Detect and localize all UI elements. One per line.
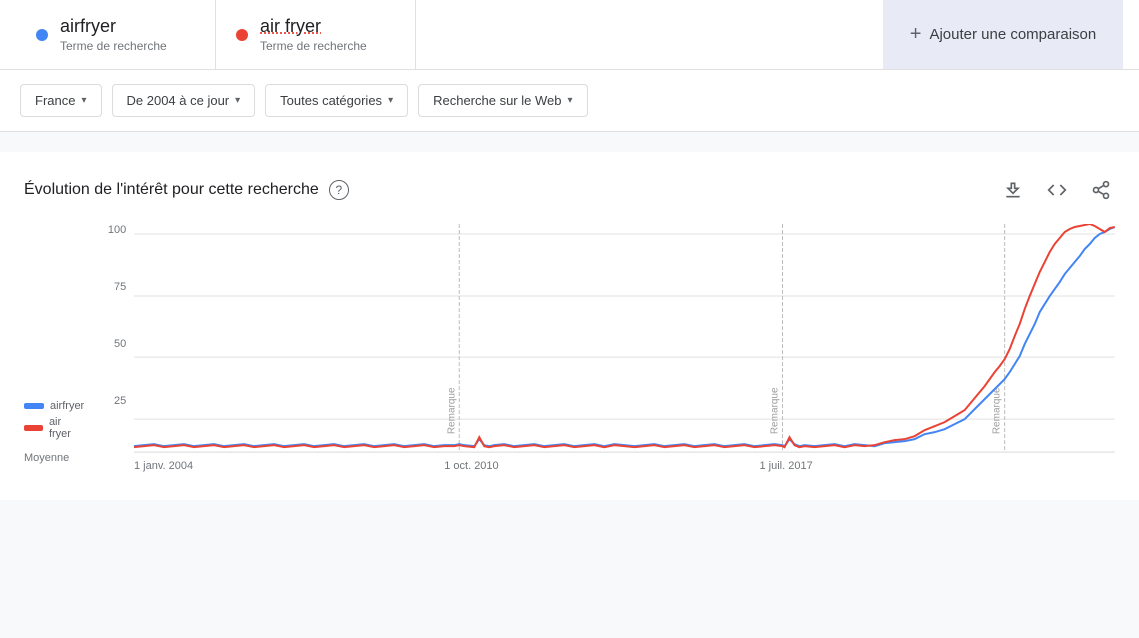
section-gap [0,132,1139,152]
search-terms-bar: airfryer Terme de recherche air fryer Te… [0,0,1139,70]
add-comparison-button[interactable]: + Ajouter une comparaison [883,0,1123,69]
download-button[interactable] [999,176,1027,204]
chart-section: Évolution de l'intérêt pour cette recher… [0,152,1139,500]
y-label-50: 50 [114,338,126,350]
trend-chart-svg: Remarque Remarque Remarque 1 janv. 2004 [134,224,1115,484]
filter-period-label: De 2004 à ce jour [127,93,230,108]
embed-button[interactable] [1043,176,1071,204]
chevron-down-icon: ▾ [388,95,393,106]
average-label: Moyenne [24,452,84,464]
y-label-0 [123,452,126,464]
download-icon [1003,180,1023,200]
chart-title: Évolution de l'intérêt pour cette recher… [24,181,319,199]
remarque-label-1: Remarque [446,387,457,434]
remarque-label-2: Remarque [770,387,781,434]
chevron-down-icon: ▾ [81,95,86,106]
term2-label: Terme de recherche [260,39,367,53]
chart-with-axes: 100 75 50 25 Remarque [104,224,1115,484]
y-label-100: 100 [108,224,126,236]
filter-category-label: Toutes catégories [280,93,382,108]
filters-bar: France ▾ De 2004 à ce jour ▾ Toutes caté… [0,70,1139,132]
chart-title-group: Évolution de l'intérêt pour cette recher… [24,180,349,200]
remarque-label-3: Remarque [992,387,1003,434]
term1-info: airfryer Terme de recherche [60,16,167,53]
embed-icon [1047,180,1067,200]
filter-category[interactable]: Toutes catégories ▾ [265,84,408,117]
y-label-75: 75 [114,281,126,293]
term2-name: air fryer [260,16,367,37]
chart-actions [999,176,1115,204]
search-term-card-1: airfryer Terme de recherche [16,0,216,69]
term1-dot [36,29,48,41]
add-comparison-label: Ajouter une comparaison [929,26,1096,43]
share-button[interactable] [1087,176,1115,204]
plus-icon: + [910,23,922,46]
legend-item-2: air fryer [24,416,84,440]
legend-label-1: airfryer [50,400,84,412]
chevron-down-icon: ▾ [567,95,572,106]
term1-name: airfryer [60,16,167,37]
y-axis: 100 75 50 25 [104,224,134,484]
chevron-down-icon: ▾ [235,95,240,106]
filter-country[interactable]: France ▾ [20,84,102,117]
chart-main: Remarque Remarque Remarque 1 janv. 2004 [134,224,1115,484]
filter-period[interactable]: De 2004 à ce jour ▾ [112,84,256,117]
airfryer-line [134,227,1115,446]
search-term-card-2: air fryer Terme de recherche [216,0,416,69]
filter-search-type[interactable]: Recherche sur le Web ▾ [418,84,587,117]
y-label-25: 25 [114,395,126,407]
legend-item-1: airfryer [24,400,84,412]
share-icon [1091,180,1111,200]
air-fryer-line [134,224,1115,447]
filter-country-label: France [35,93,75,108]
filter-search-type-label: Recherche sur le Web [433,93,561,108]
legend-label-2: air fryer [49,416,84,440]
x-label-2017: 1 juil. 2017 [760,460,813,472]
help-icon[interactable]: ? [329,180,349,200]
chart-legend: airfryer air fryer Moyenne [24,400,84,484]
chart-header: Évolution de l'intérêt pour cette recher… [24,176,1115,204]
x-label-2010: 1 oct. 2010 [444,460,498,472]
chart-area: airfryer air fryer Moyenne 100 75 50 25 [24,224,1115,484]
term1-label: Terme de recherche [60,39,167,53]
term2-dot [236,29,248,41]
x-label-2004: 1 janv. 2004 [134,460,193,472]
legend-bar-1 [24,403,44,409]
term2-info: air fryer Terme de recherche [260,16,367,53]
legend-bar-2 [24,425,43,431]
